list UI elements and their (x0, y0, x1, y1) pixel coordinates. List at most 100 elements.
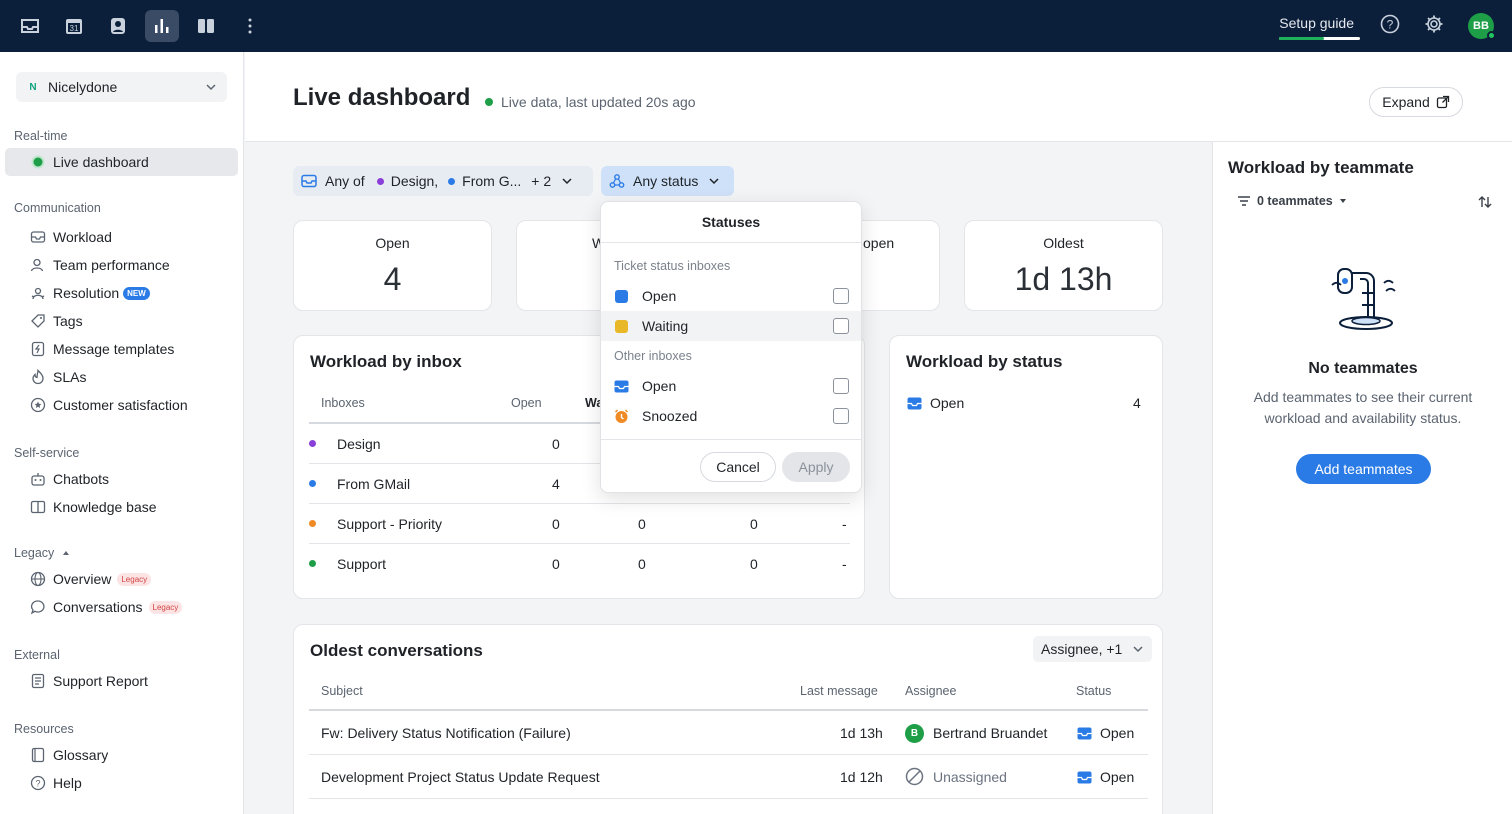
inbox-filter[interactable]: Any of Design, From G... + 2 (293, 166, 593, 196)
column-header-last-message[interactable]: Last message (800, 684, 878, 698)
cancel-button[interactable]: Cancel (700, 452, 776, 482)
status-checkbox[interactable] (833, 378, 849, 394)
tag-icon (31, 314, 45, 328)
column-header-open[interactable]: Open (511, 396, 542, 410)
sidebar-item-customer-satisfaction[interactable]: Customer satisfaction (5, 391, 238, 419)
globe-icon (30, 571, 46, 587)
sidebar-item-team-performance[interactable]: Team performance (5, 251, 238, 279)
caret-up-icon (62, 551, 69, 555)
sidebar-item-message-templates[interactable]: Message templates (5, 335, 238, 363)
filter-from-g: From G... (462, 173, 522, 189)
section-communication: Communication (14, 201, 101, 215)
flame-icon (32, 369, 44, 385)
sidebar-item-resolution[interactable]: Resolution NEW (5, 279, 238, 307)
inbox-icon[interactable] (13, 10, 47, 42)
card-title: Oldest conversations (310, 641, 483, 660)
sort-icon[interactable] (1477, 194, 1493, 210)
book-icon (30, 500, 46, 514)
section-realtime: Real-time (14, 129, 68, 143)
knowledge-icon[interactable] (189, 10, 223, 42)
sidebar-item-conversations[interactable]: Conversations Legacy (5, 593, 238, 621)
inbox-color-dot (309, 480, 316, 487)
sidebar-item-workload[interactable]: Workload (5, 223, 238, 251)
sidebar-item-slas[interactable]: SLAs (5, 363, 238, 391)
page-header: Live dashboard Live data, last updated 2… (245, 52, 1512, 142)
status-checkbox[interactable] (833, 318, 849, 334)
sidebar-item-tags[interactable]: Tags (5, 307, 238, 335)
column-header-assignee[interactable]: Assignee (905, 684, 956, 698)
header-divider (309, 709, 1148, 711)
row-divider (309, 543, 850, 544)
status-option-open[interactable]: Open (601, 281, 861, 311)
conversation-status: Open (1100, 725, 1135, 741)
dropdown-section-other-inboxes: Other inboxes (614, 349, 692, 363)
status-option-label: Open (642, 288, 677, 304)
inbox-icon (1077, 771, 1092, 784)
column-header-status[interactable]: Status (1076, 684, 1111, 698)
inbox-open-count: 4 (552, 476, 560, 492)
inbox-open-count: 0 (552, 556, 560, 572)
chevron-down-icon (709, 178, 719, 185)
section-legacy[interactable]: Legacy (14, 546, 70, 560)
chevron-down-icon (562, 178, 572, 185)
row-divider (309, 798, 1148, 799)
sidebar-item-label: Workload (53, 229, 112, 245)
sidebar-item-label: Live dashboard (53, 154, 149, 170)
sidebar-item-label: Customer satisfaction (53, 397, 188, 413)
teammates-count: 0 teammates (1257, 194, 1333, 208)
sidebar-item-label: Resolution (53, 285, 120, 301)
calendar-icon[interactable]: 31 (57, 10, 91, 42)
statuses-dropdown: Statuses Ticket status inboxes Open Wait… (600, 201, 862, 493)
status-count: 4 (1133, 395, 1141, 411)
apply-button[interactable]: Apply (782, 452, 850, 482)
expand-button[interactable]: Expand (1369, 87, 1463, 117)
settings-gear-icon[interactable] (1424, 14, 1444, 39)
sidebar-item-chatbots[interactable]: Chatbots (5, 465, 238, 493)
star-icon (30, 397, 46, 413)
help-icon[interactable]: ? (1380, 14, 1400, 39)
status-option-other-open[interactable]: Open (601, 371, 861, 401)
sidebar-item-glossary[interactable]: Glossary (5, 741, 238, 769)
add-teammates-button[interactable]: Add teammates (1296, 454, 1431, 484)
assignee-name: Unassigned (933, 769, 1007, 785)
sidebar-item-knowledge-base[interactable]: Knowledge base (5, 493, 238, 521)
sidebar-item-support-report[interactable]: Support Report (5, 667, 238, 695)
glossary-icon (31, 747, 45, 763)
status-option-waiting[interactable]: Waiting (601, 311, 861, 341)
sidebar-item-overview[interactable]: Overview Legacy (5, 565, 238, 593)
chat-bubble-icon (30, 600, 45, 615)
assignee-filter-select[interactable]: Assignee, +1 (1033, 636, 1152, 662)
assignee-filter-label: Assignee, +1 (1041, 641, 1123, 657)
setup-guide-link[interactable]: Setup guide (1279, 15, 1361, 40)
analytics-icon[interactable] (145, 10, 179, 42)
stat-label: Oldest (1043, 235, 1084, 251)
sidebar-item-label: Team performance (53, 257, 170, 273)
status-option-label: Snoozed (642, 408, 698, 424)
more-icon[interactable] (233, 10, 267, 42)
conversation-last-message: 1d 12h (840, 769, 883, 785)
alarm-icon (614, 408, 629, 423)
svg-text:?: ? (35, 779, 40, 789)
status-checkbox[interactable] (833, 288, 849, 304)
top-bar: 31 Setup guide ? BB (0, 0, 1512, 52)
status-icon (609, 174, 625, 188)
contacts-icon[interactable] (101, 10, 135, 42)
sidebar-item-help[interactable]: ? Help (5, 769, 238, 797)
inbox-name: From GMail (337, 476, 411, 492)
legacy-badge: Legacy (148, 600, 183, 614)
org-switcher[interactable]: N Nicelydone (16, 72, 227, 102)
user-avatar[interactable]: BB (1468, 13, 1496, 40)
column-header-subject[interactable]: Subject (321, 684, 363, 698)
teammates-filter[interactable]: 0 teammates (1237, 194, 1347, 208)
sidebar-item-label: Conversations (53, 599, 143, 615)
column-header-inboxes[interactable]: Inboxes (321, 396, 365, 410)
status-filter[interactable]: Any status (601, 166, 734, 196)
unassigned-icon (905, 767, 924, 786)
status-checkbox[interactable] (833, 408, 849, 424)
periscope-illustration-icon (1331, 268, 1396, 330)
status-color-swatch (615, 319, 628, 333)
status-option-snoozed[interactable]: Snoozed (601, 401, 861, 431)
inbox-name: Support - Priority (337, 516, 443, 532)
sidebar-item-live-dashboard[interactable]: Live dashboard (5, 148, 238, 176)
add-teammates-label: Add teammates (1314, 461, 1413, 477)
